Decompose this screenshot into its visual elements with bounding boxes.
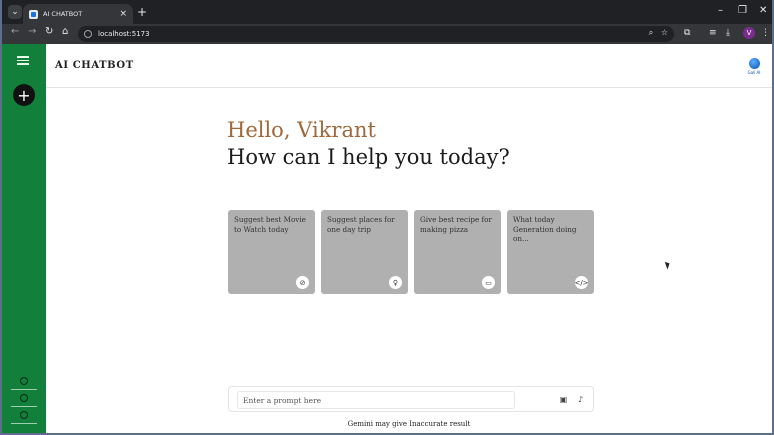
app-header: AI CHATBOT Gali AI (46, 44, 772, 88)
menu-kebab-icon[interactable]: ⋮ (761, 28, 770, 38)
logo-caption: Gali AI (747, 70, 761, 75)
bookmark-star-icon[interactable]: ☆ (661, 28, 668, 37)
menu-icon[interactable] (17, 56, 29, 65)
help-icon (20, 377, 28, 385)
compass-icon: ⊘ (296, 276, 309, 289)
favicon-icon (29, 9, 38, 19)
history-icon (20, 394, 28, 402)
home-icon[interactable]: ⌂ (62, 26, 68, 37)
new-tab-button[interactable]: + (137, 5, 147, 19)
mic-icon[interactable]: ♪ (575, 394, 586, 405)
reload-icon[interactable]: ↻ (45, 26, 53, 37)
app-logo: Gali AI (747, 58, 761, 78)
history-button[interactable] (11, 390, 37, 407)
code-icon: </> (574, 276, 589, 289)
browser-window: ⌄ AI CHATBOT × + – ❐ ✕ ← → ↻ ⌂ localhost… (0, 0, 774, 435)
back-icon[interactable]: ← (11, 26, 19, 37)
site-info-icon[interactable] (84, 30, 92, 38)
greeting-question: How can I help you today? (227, 145, 510, 169)
zoom-icon[interactable]: ⌕ (649, 28, 653, 37)
browser-toolbar: ← → ↻ ⌂ localhost:5173 ⌕ ☆ ⧉ ≡ ⤓ ⋮ (2, 24, 772, 44)
browser-tab[interactable]: AI CHATBOT × (23, 4, 133, 24)
address-bar-actions: ⌕ ☆ (649, 28, 668, 38)
suggestion-card[interactable]: Give best recipe for making pizza ▭ (414, 210, 501, 294)
tab-title: AI CHATBOT (43, 10, 83, 18)
card-text: Suggest best Movie to Watch today (234, 215, 306, 234)
new-chat-button[interactable]: + (13, 84, 35, 106)
close-window-button[interactable]: ✕ (759, 5, 767, 16)
card-text: What today Generation doing on... (513, 215, 577, 243)
suggestion-card[interactable]: Suggest best Movie to Watch today ⊘ (228, 210, 315, 294)
minimize-button[interactable]: – (718, 5, 723, 16)
tab-search-button[interactable]: ⌄ (8, 5, 22, 19)
card-text: Give best recipe for making pizza (420, 215, 492, 234)
profile-avatar[interactable]: V (743, 27, 755, 39)
extensions-icon[interactable]: ⧉ (684, 28, 690, 38)
url-text: localhost:5173 (98, 30, 150, 38)
tab-close-icon[interactable]: × (119, 9, 127, 19)
suggestion-card[interactable]: What today Generation doing on... </> (507, 210, 594, 294)
settings-button[interactable] (11, 407, 37, 424)
forward-icon[interactable]: → (28, 26, 36, 37)
disclaimer-text: Gemini may give Inaccurate result (347, 420, 471, 428)
gear-icon (20, 411, 28, 419)
prompt-input[interactable] (237, 391, 515, 409)
greeting-hello: Hello, Vikrant (227, 118, 376, 142)
restore-button[interactable]: ❐ (738, 5, 747, 16)
suggestion-card[interactable]: Suggest places for one day trip ♀ (321, 210, 408, 294)
app-title: AI CHATBOT (55, 60, 134, 71)
logo-mark-icon (748, 58, 760, 69)
prompt-bar: ▣ ♪ (228, 386, 594, 412)
help-button[interactable] (11, 373, 37, 390)
download-icon[interactable]: ⤓ (726, 28, 730, 38)
address-bar[interactable]: localhost:5173 ⌕ ☆ (78, 26, 674, 42)
message-icon: ▭ (482, 276, 495, 289)
tab-strip: ⌄ AI CHATBOT × + – ❐ ✕ (2, 0, 772, 24)
sidebar: + (2, 44, 46, 433)
bulb-icon: ♀ (389, 276, 402, 289)
main-area: AI CHATBOT Gali AI Hello, Vikrant How ca… (46, 44, 772, 433)
card-text: Suggest places for one day trip (327, 215, 395, 234)
media-icon[interactable]: ≡ (709, 28, 717, 38)
gallery-icon[interactable]: ▣ (558, 394, 569, 405)
